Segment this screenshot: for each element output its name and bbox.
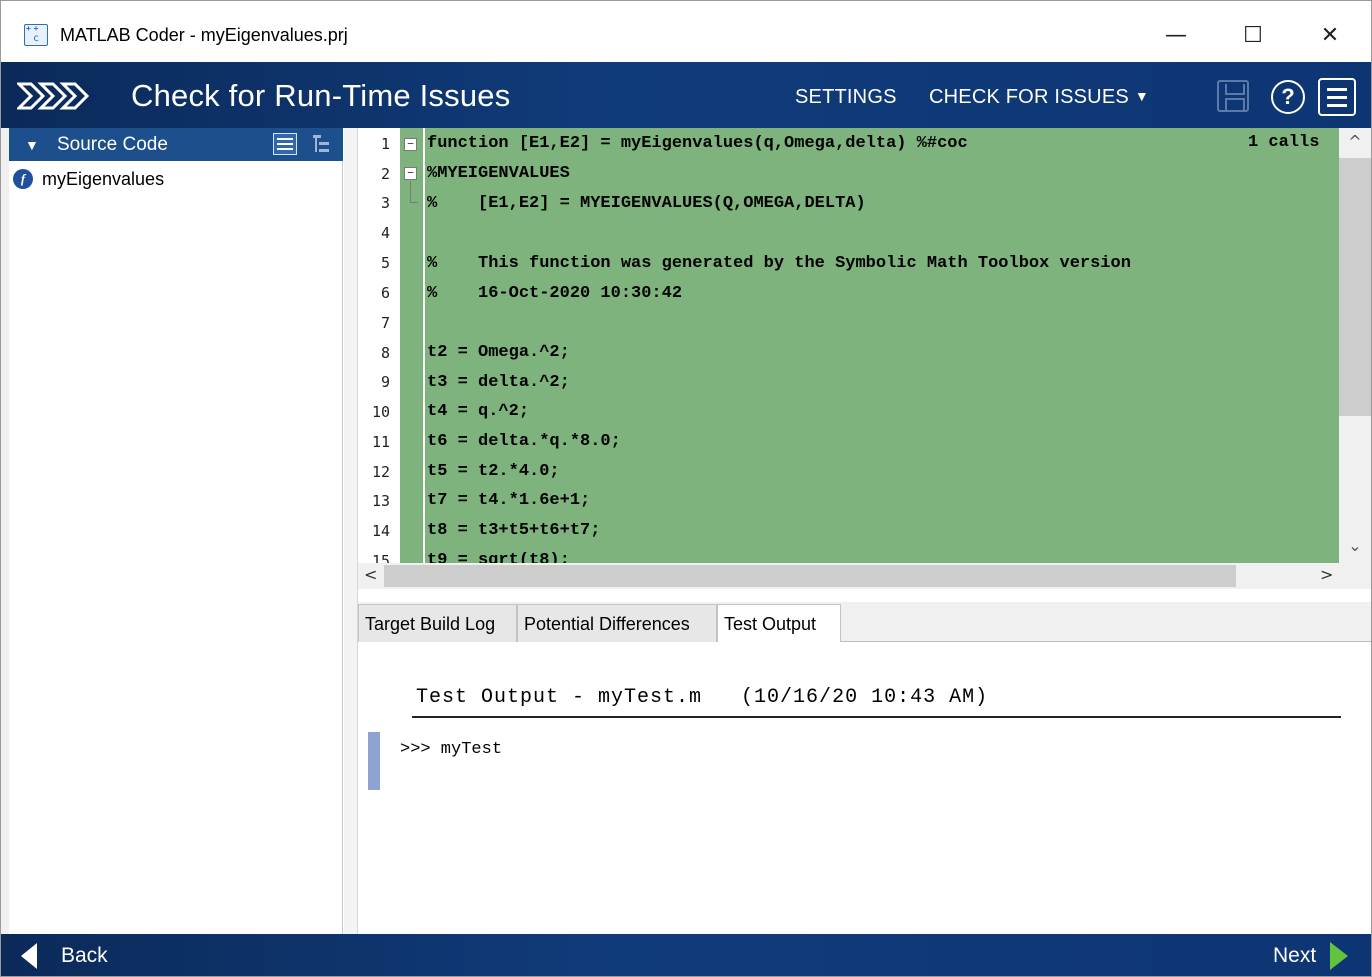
output-tab-bar: Target Build Log Potential Differences T… bbox=[358, 602, 1371, 643]
check-for-issues-label: CHECK FOR ISSUES bbox=[929, 86, 1129, 108]
line-number: 1 bbox=[380, 135, 390, 153]
code-line[interactable]: t6 = delta.*q.*8.0; bbox=[427, 432, 621, 451]
code-editor[interactable]: 1 2 3 4 5 6 7 8 9 10 11 12 13 14 15 − − … bbox=[358, 128, 1371, 589]
fold-toggle-icon[interactable]: − bbox=[404, 167, 417, 180]
output-command: >>> myTest bbox=[400, 740, 503, 759]
save-icon[interactable] bbox=[1217, 80, 1249, 112]
fold-line bbox=[410, 181, 411, 203]
horizontal-scroll-thumb[interactable] bbox=[384, 565, 1236, 587]
tree-view-icon[interactable] bbox=[311, 133, 333, 155]
line-number: 12 bbox=[371, 463, 390, 481]
chevron-down-icon: ▼ bbox=[1134, 88, 1149, 104]
scroll-up-icon[interactable]: ^ bbox=[1339, 132, 1371, 151]
fold-line bbox=[410, 202, 418, 203]
fold-gutter: − − bbox=[401, 128, 425, 563]
title-bar: MATLAB Coder - myEigenvalues.prj — ☐ ✕ bbox=[1, 1, 1371, 62]
list-view-icon[interactable] bbox=[273, 133, 297, 155]
line-number: 7 bbox=[380, 314, 390, 332]
line-number: 4 bbox=[380, 224, 390, 242]
next-button[interactable]: Next bbox=[1273, 940, 1349, 972]
line-number: 10 bbox=[371, 403, 390, 421]
line-number: 8 bbox=[380, 344, 390, 362]
code-line[interactable]: t3 = delta.^2; bbox=[427, 373, 570, 392]
code-line[interactable]: t5 = t2.*4.0; bbox=[427, 462, 560, 481]
maximize-button[interactable]: ☐ bbox=[1230, 17, 1276, 53]
line-number: 14 bbox=[371, 522, 390, 540]
code-line[interactable]: t4 = q.^2; bbox=[427, 402, 529, 421]
settings-button[interactable]: SETTINGS bbox=[795, 86, 897, 109]
matlab-coder-app-icon bbox=[24, 24, 48, 46]
line-number: 13 bbox=[371, 492, 390, 510]
close-button[interactable]: ✕ bbox=[1307, 17, 1353, 53]
code-line[interactable]: t7 = t4.*1.6e+1; bbox=[427, 491, 590, 510]
tree-item-myeigenvalues[interactable]: f myEigenvalues bbox=[9, 168, 343, 192]
line-number: 9 bbox=[380, 373, 390, 391]
source-code-header[interactable]: ▼ Source Code bbox=[9, 128, 343, 161]
function-icon: f bbox=[13, 169, 33, 189]
call-count: 1 calls bbox=[1242, 133, 1320, 152]
page-heading: Check for Run-Time Issues bbox=[131, 78, 511, 113]
code-line[interactable]: % [E1,E2] = MYEIGENVALUES(Q,OMEGA,DELTA) bbox=[427, 194, 866, 213]
line-number: 3 bbox=[380, 194, 390, 212]
code-line[interactable]: % This function was generated by the Sym… bbox=[427, 254, 1131, 273]
back-arrow-icon bbox=[21, 943, 37, 969]
vertical-scroll-thumb[interactable] bbox=[1339, 158, 1371, 416]
code-line[interactable]: function [E1,E2] = myEigenvalues(q,Omega… bbox=[427, 134, 968, 153]
tree-item-label: myEigenvalues bbox=[42, 169, 165, 189]
code-line[interactable]: %MYEIGENVALUES bbox=[427, 164, 570, 183]
toolstrip: Check for Run-Time Issues SETTINGS CHECK… bbox=[1, 62, 1371, 128]
minimize-button[interactable]: — bbox=[1153, 17, 1199, 53]
tab-potential-differences[interactable]: Potential Differences bbox=[517, 604, 717, 642]
line-number: 11 bbox=[371, 433, 390, 451]
line-number: 6 bbox=[380, 284, 390, 302]
matlab-coder-window: MATLAB Coder - myEigenvalues.prj — ☐ ✕ C… bbox=[0, 0, 1372, 977]
output-divider bbox=[412, 716, 1341, 718]
source-code-panel: ▼ Source Code f myEigenvalues bbox=[9, 128, 343, 934]
test-output-panel: Test Output - myTest.m (10/16/20 10:43 A… bbox=[358, 642, 1371, 934]
source-code-header-label: Source Code bbox=[57, 134, 168, 155]
footer-nav: Back Next bbox=[1, 934, 1371, 976]
output-marker-bar bbox=[368, 732, 380, 790]
back-button[interactable]: Back bbox=[21, 940, 108, 972]
vertical-scrollbar[interactable]: ^ ⌄ bbox=[1339, 128, 1371, 563]
fold-toggle-icon[interactable]: − bbox=[404, 138, 417, 151]
scroll-left-icon[interactable]: < bbox=[364, 565, 377, 584]
collapse-triangle-icon[interactable]: ▼ bbox=[25, 137, 39, 153]
code-line[interactable]: t8 = t3+t5+t6+t7; bbox=[427, 521, 600, 540]
tab-test-output[interactable]: Test Output bbox=[717, 604, 841, 643]
help-icon[interactable]: ? bbox=[1271, 80, 1305, 114]
next-arrow-icon bbox=[1330, 942, 1349, 970]
line-number: 5 bbox=[380, 254, 390, 272]
window-title: MATLAB Coder - myEigenvalues.prj bbox=[60, 25, 348, 45]
line-number: 2 bbox=[380, 165, 390, 183]
code-line[interactable]: t2 = Omega.^2; bbox=[427, 343, 570, 362]
scroll-right-icon[interactable]: > bbox=[1320, 565, 1333, 584]
tab-target-build-log[interactable]: Target Build Log bbox=[358, 604, 517, 642]
menu-icon[interactable] bbox=[1318, 78, 1356, 116]
line-number-gutter: 1 2 3 4 5 6 7 8 9 10 11 12 13 14 15 bbox=[358, 128, 394, 570]
back-label: Back bbox=[61, 944, 108, 967]
workflow-chevron-icon[interactable] bbox=[17, 82, 97, 110]
next-label: Next bbox=[1273, 944, 1317, 967]
left-gutter bbox=[1, 128, 9, 934]
check-for-issues-button[interactable]: CHECK FOR ISSUES ▼ bbox=[929, 86, 1149, 109]
panel-splitter[interactable] bbox=[344, 128, 358, 934]
test-output-title: Test Output - myTest.m (10/16/20 10:43 A… bbox=[416, 686, 989, 709]
scroll-down-icon[interactable]: ⌄ bbox=[1339, 536, 1371, 555]
code-line[interactable]: % 16-Oct-2020 10:30:42 bbox=[427, 284, 682, 303]
horizontal-scrollbar[interactable]: < > bbox=[358, 563, 1371, 589]
